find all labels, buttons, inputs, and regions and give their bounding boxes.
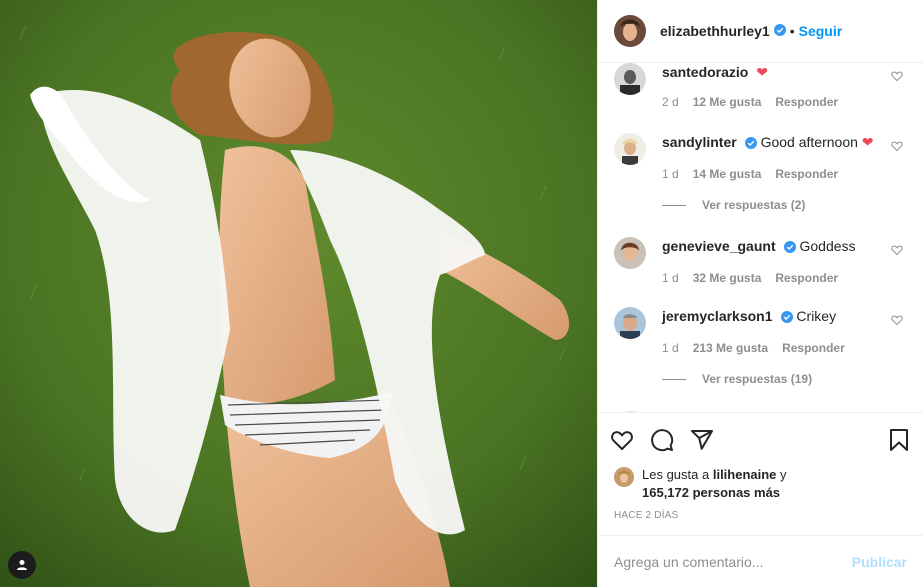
reply-button[interactable]: Responder — [782, 341, 845, 355]
commenter-avatar[interactable] — [614, 307, 646, 339]
likes-summary[interactable]: Les gusta a lilihenaine y 165,172 person… — [598, 466, 923, 502]
comment-heart-icon[interactable] — [891, 314, 903, 326]
author-avatar[interactable] — [614, 15, 646, 47]
comment-heart-icon[interactable] — [891, 70, 903, 82]
comment-username[interactable]: jeremyclarkson1 — [662, 308, 773, 324]
comment-emoji: ❤ — [756, 64, 768, 80]
post-dialog: elizabethhurley1 • Seguir santedorazio ❤ — [0, 0, 923, 587]
header-separator: • — [789, 23, 795, 39]
comment-text: Crikey — [796, 308, 837, 324]
comment-item: ann_caruso 💙💙💙💙 — [598, 411, 923, 412]
likes-connector: y — [780, 467, 787, 482]
comment-item: sandylinter Good afternoon ❤ 1 d 14 Me g… — [598, 133, 923, 181]
comment-item: genevieve_gaunt Goddess 1 d 32 Me gusta … — [598, 237, 923, 285]
comment-age[interactable]: 1 d — [662, 341, 679, 355]
verified-icon — [744, 135, 757, 153]
verified-icon — [773, 23, 786, 39]
view-replies-label: Ver respuestas (2) — [702, 198, 806, 212]
comment-text: Goddess — [799, 238, 856, 254]
comments-list[interactable]: santedorazio ❤ 2 d 12 Me gusta Responder — [598, 63, 923, 412]
reply-button[interactable]: Responder — [775, 271, 838, 285]
post-photo[interactable] — [0, 0, 597, 587]
verified-icon — [780, 309, 793, 327]
commenter-avatar[interactable] — [614, 63, 646, 95]
share-icon[interactable] — [690, 428, 714, 452]
view-replies-label: Ver respuestas (19) — [702, 372, 813, 386]
comment-username[interactable]: santedorazio — [662, 64, 748, 80]
liker-avatar[interactable] — [614, 467, 634, 487]
comment-heart-icon[interactable] — [891, 140, 903, 152]
likes-count[interactable]: 165,172 personas más — [642, 485, 780, 500]
comment-heart-icon[interactable] — [891, 244, 903, 256]
commenter-avatar[interactable] — [614, 133, 646, 165]
commenter-avatar[interactable] — [614, 237, 646, 269]
liker-username[interactable]: lilihenaine — [713, 467, 777, 482]
comment-age[interactable]: 2 d — [662, 95, 679, 109]
reply-button[interactable]: Responder — [775, 167, 838, 181]
add-comment-bar: Publicar — [598, 535, 923, 587]
publish-button[interactable]: Publicar — [852, 554, 907, 570]
post-timestamp[interactable]: HACE 2 DÍAS — [598, 510, 923, 528]
commenter-avatar[interactable] — [614, 411, 646, 412]
heart-icon[interactable] — [610, 428, 634, 452]
view-replies-button[interactable]: Ver respuestas (19) — [662, 372, 812, 386]
comment-emoji: ❤ — [861, 134, 874, 150]
verified-icon — [783, 239, 796, 257]
comment-likes[interactable]: 213 Me gusta — [693, 341, 768, 355]
comment-age[interactable]: 1 d — [662, 271, 679, 285]
comment-username[interactable]: genevieve_gaunt — [662, 238, 776, 254]
comment-icon[interactable] — [650, 428, 674, 452]
comment-item: jeremyclarkson1 Crikey 1 d 213 Me gusta … — [598, 307, 923, 355]
view-replies-button[interactable]: Ver respuestas (2) — [662, 198, 805, 212]
comment-age[interactable]: 1 d — [662, 167, 679, 181]
comment-input[interactable] — [614, 553, 844, 570]
replies-divider — [662, 378, 686, 380]
comment-likes[interactable]: 12 Me gusta — [693, 95, 762, 109]
comment-likes[interactable]: 32 Me gusta — [693, 271, 762, 285]
bookmark-icon[interactable] — [887, 428, 911, 452]
user-tag-icon[interactable] — [8, 551, 36, 579]
post-side-panel: elizabethhurley1 • Seguir santedorazio ❤ — [597, 0, 923, 587]
comment-item: santedorazio ❤ 2 d 12 Me gusta Responder — [598, 63, 923, 109]
author-username[interactable]: elizabethhurley1 — [660, 23, 770, 39]
replies-divider — [662, 204, 686, 206]
follow-button[interactable]: Seguir — [799, 23, 843, 39]
comment-username[interactable]: sandylinter — [662, 134, 737, 150]
likes-prefix: Les gusta a — [642, 467, 710, 482]
photo-illustration — [0, 0, 597, 587]
post-actions-bar — [598, 412, 923, 466]
comment-text: Good afternoon — [760, 134, 858, 150]
comment-likes[interactable]: 14 Me gusta — [693, 167, 762, 181]
post-header: elizabethhurley1 • Seguir — [598, 0, 923, 63]
reply-button[interactable]: Responder — [775, 95, 838, 109]
